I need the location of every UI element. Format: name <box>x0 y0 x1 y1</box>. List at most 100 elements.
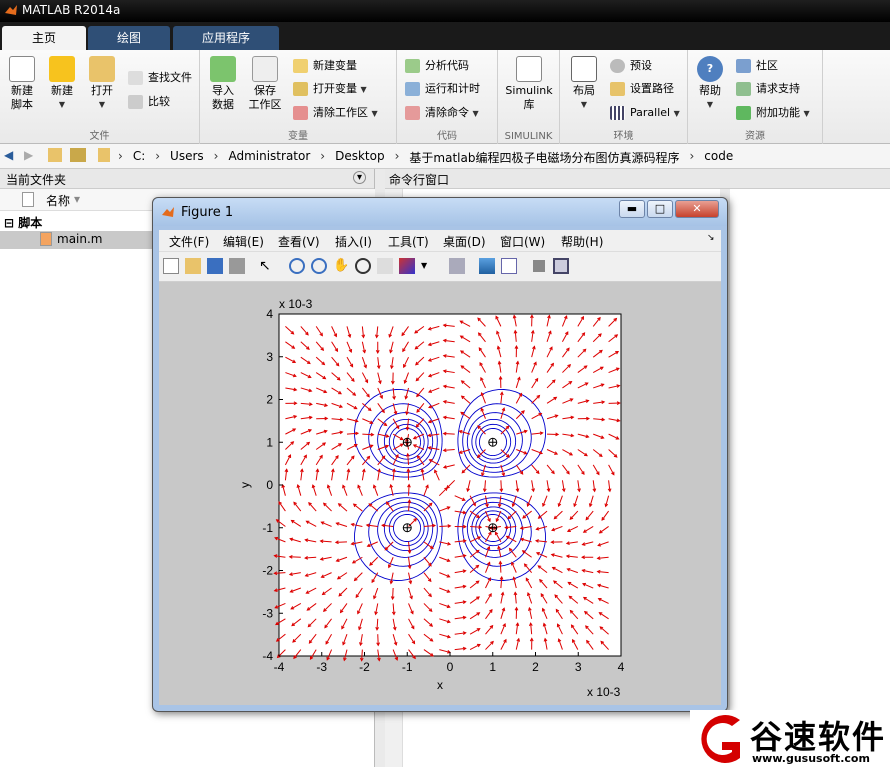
hide-tools-icon[interactable] <box>533 260 545 272</box>
new-script-button[interactable]: 新建 脚本 <box>2 56 42 112</box>
y-axis-label: y <box>238 482 252 488</box>
import-data-button[interactable]: 导入 数据 <box>203 56 243 112</box>
analyze-code-icon <box>405 59 420 73</box>
print-icon[interactable] <box>229 258 245 274</box>
colorbar-icon[interactable] <box>479 258 495 274</box>
matlab-logo-icon <box>162 207 174 217</box>
request-support-button[interactable]: 请求支持 <box>736 79 800 99</box>
open-button[interactable]: 打开 ▼ <box>82 56 122 112</box>
save-workspace-button[interactable]: 保存 工作区 <box>245 56 285 112</box>
x-tick-label: 0 <box>447 660 454 674</box>
save-workspace-icon <box>252 56 278 82</box>
dock-icon[interactable]: ↘ <box>707 233 715 243</box>
matlab-logo-icon <box>5 5 17 15</box>
folder-group-row[interactable]: ⊟ 脚本 <box>4 214 42 231</box>
breadcrumb-item[interactable]: C: <box>133 149 145 166</box>
data-cursor-icon[interactable] <box>377 258 393 274</box>
tab-apps[interactable]: 应用程序 <box>173 26 279 50</box>
layout-button[interactable]: 布局 ▼ <box>564 56 604 112</box>
y-tick-label: -1 <box>262 521 273 535</box>
community-button[interactable]: 社区 <box>736 56 778 76</box>
y-tick-label: 4 <box>266 307 273 321</box>
show-tools-icon[interactable] <box>553 258 569 274</box>
back-icon[interactable]: ◀ <box>4 148 13 162</box>
preferences-button[interactable]: 预设 <box>610 56 652 76</box>
add-ons-button[interactable]: 附加功能 ▼ <box>736 103 810 123</box>
up-folder-icon[interactable] <box>48 148 62 162</box>
x-tick-label: 3 <box>575 660 582 674</box>
pointer-icon[interactable]: ↖ <box>259 258 275 274</box>
column-name[interactable]: 名称 <box>46 192 70 209</box>
help-button[interactable]: ? 帮助 ▼ <box>690 56 730 112</box>
compare-button[interactable]: 比较 <box>128 92 170 112</box>
menu-desktop[interactable]: 桌面(D) <box>443 233 486 250</box>
breadcrumb-item[interactable]: Administrator <box>228 149 310 166</box>
find-files-button[interactable]: 查找文件 <box>128 68 192 88</box>
file-type-icon <box>22 192 34 207</box>
menu-window[interactable]: 窗口(W) <box>500 233 545 250</box>
brush-dropdown-icon[interactable]: ▼ <box>421 258 437 274</box>
run-and-time-icon <box>405 82 420 96</box>
y-tick-label: -2 <box>262 564 273 578</box>
watermark: 谷速软件 www.gususoft.com <box>690 710 890 767</box>
minimize-icon: ▬ <box>626 202 638 215</box>
rotate-icon[interactable] <box>355 258 371 274</box>
panel-menu-icon[interactable]: ▾ <box>353 171 366 184</box>
breadcrumb-item[interactable]: Desktop <box>335 149 385 166</box>
brush-icon[interactable] <box>399 258 415 274</box>
breadcrumb-item[interactable]: 基于matlab编程四极子电磁场分布图仿真源码程序 <box>409 149 679 166</box>
figure-title-bar: Figure 1 ▬ □ ✕ <box>153 198 727 226</box>
clear-commands-button[interactable]: 清除命令 ▼ <box>405 103 479 123</box>
zoom-in-icon[interactable] <box>289 258 305 274</box>
save-icon[interactable] <box>207 258 223 274</box>
variable-group: 导入 数据 保存 工作区 新建变量 打开变量 ▼ 清除工作区 ▼ 变量 <box>200 50 397 144</box>
clear-commands-icon <box>405 106 420 120</box>
new-script-icon <box>9 56 35 82</box>
y-tick-label: 2 <box>266 393 273 407</box>
browse-folder-icon[interactable] <box>70 148 86 162</box>
x-tick-label: -2 <box>359 660 370 674</box>
parallel-button[interactable]: Parallel ▼ <box>610 103 680 123</box>
close-button[interactable]: ✕ <box>675 200 719 218</box>
menu-edit[interactable]: 编辑(E) <box>223 233 264 250</box>
breadcrumb-item[interactable]: Users <box>170 149 204 166</box>
x-tick-label: 4 <box>618 660 625 674</box>
clear-workspace-button[interactable]: 清除工作区 ▼ <box>293 103 378 123</box>
y-tick-label: 0 <box>266 478 273 492</box>
figure-toolbar: ↖ ✋ ▼ <box>159 252 721 282</box>
folder-icon <box>89 56 115 82</box>
simulink-library-button[interactable]: Simulink 库 <box>504 56 554 112</box>
menu-tools[interactable]: 工具(T) <box>388 233 429 250</box>
link-icon[interactable] <box>449 258 465 274</box>
analyze-code-button[interactable]: 分析代码 <box>405 56 469 76</box>
menu-view[interactable]: 查看(V) <box>278 233 320 250</box>
minimize-button[interactable]: ▬ <box>619 200 645 218</box>
ribbon: 新建 脚本 新建 ▼ 打开 ▼ 查找文件 比较 文件 导入 数据 保存 工作区 … <box>0 50 890 144</box>
layout-icon <box>571 56 597 82</box>
maximize-button[interactable]: □ <box>647 200 673 218</box>
new-button[interactable]: 新建 ▼ <box>42 56 82 112</box>
window-title: MATLAB R2014a <box>22 3 121 17</box>
breadcrumb-item[interactable]: code <box>704 149 733 166</box>
run-and-time-button[interactable]: 运行和计时 <box>405 79 480 99</box>
pan-icon[interactable]: ✋ <box>333 258 349 274</box>
ribbon-tabs: 主页 绘图 应用程序 <box>0 22 890 50</box>
set-path-button[interactable]: 设置路径 <box>610 79 674 99</box>
menu-insert[interactable]: 插入(I) <box>335 233 372 250</box>
set-path-icon <box>610 82 625 96</box>
tab-home[interactable]: 主页 <box>2 26 86 50</box>
open-variable-button[interactable]: 打开变量 ▼ <box>293 79 367 99</box>
menu-file[interactable]: 文件(F) <box>169 233 209 250</box>
new-variable-button[interactable]: 新建变量 <box>293 56 357 76</box>
zoom-out-icon[interactable] <box>311 258 327 274</box>
resources-group: ? 帮助 ▼ 社区 请求支持 附加功能 ▼ 资源 <box>688 50 823 144</box>
tab-plots[interactable]: 绘图 <box>88 26 170 50</box>
open-file-icon[interactable] <box>185 258 201 274</box>
collapse-icon[interactable]: ⊟ <box>4 216 14 230</box>
sort-icon: ▾ <box>74 192 81 206</box>
new-figure-icon[interactable] <box>163 258 179 274</box>
close-icon: ✕ <box>692 202 702 215</box>
forward-icon[interactable]: ▶ <box>24 148 33 162</box>
legend-icon[interactable] <box>501 258 517 274</box>
menu-help[interactable]: 帮助(H) <box>561 233 603 250</box>
